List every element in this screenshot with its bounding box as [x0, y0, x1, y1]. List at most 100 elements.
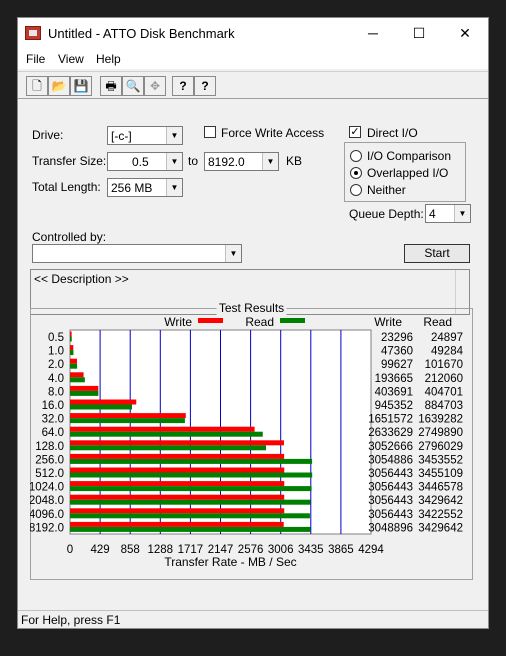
- help-icon[interactable]: ?: [172, 76, 194, 96]
- window-title: Untitled - ATTO Disk Benchmark: [48, 26, 235, 41]
- write-bar: [70, 467, 285, 473]
- write-bar: [70, 521, 284, 527]
- column-header-read: Read: [423, 315, 452, 329]
- write-value-label: 3056443: [368, 509, 413, 521]
- drive-label: Drive:: [32, 128, 64, 142]
- x-tick-label: 858: [121, 544, 140, 556]
- total-length-value: 256 MB: [111, 181, 153, 195]
- write-bar: [70, 399, 137, 405]
- app-icon: [25, 26, 41, 40]
- write-value-label: 3056443: [368, 495, 413, 507]
- read-value-label: 3455109: [418, 468, 463, 480]
- queue-depth-label: Queue Depth:: [349, 207, 424, 221]
- write-bar: [70, 372, 84, 378]
- io-comparison-label: I/O Comparison: [367, 149, 452, 163]
- start-button[interactable]: Start: [404, 244, 470, 263]
- y-tick-label: 2048.0: [30, 495, 64, 507]
- read-value-label: 24897: [431, 332, 463, 344]
- read-value-label: 3453552: [418, 454, 463, 466]
- minimize-button[interactable]: ─: [350, 18, 396, 49]
- total-length-select[interactable]: 256 MB ▼: [107, 178, 183, 197]
- force-write-access-checkbox[interactable]: [204, 126, 216, 138]
- read-bar: [70, 472, 313, 478]
- neither-radio[interactable]: [350, 184, 362, 196]
- legend-read-swatch: [280, 318, 305, 323]
- y-tick-label: 1.0: [48, 346, 64, 358]
- write-value-label: 99627: [381, 359, 413, 371]
- overlapped-io-radio[interactable]: [350, 167, 362, 179]
- transfer-size-to-value: 8192.0: [208, 155, 245, 169]
- y-tick-label: 2.0: [48, 359, 64, 371]
- y-tick-label: 1024.0: [30, 482, 64, 494]
- read-bar: [70, 445, 266, 451]
- write-bar: [70, 331, 72, 337]
- x-axis-label: Transfer Rate - MB / Sec: [164, 555, 296, 569]
- write-value-label: 403691: [375, 386, 413, 398]
- read-bar: [70, 350, 74, 356]
- write-value-label: 3054886: [368, 454, 413, 466]
- neither-label: Neither: [367, 183, 406, 197]
- title-bar: Untitled - ATTO Disk Benchmark ─ ☐ ✕: [18, 18, 488, 49]
- menu-bar: File View Help: [18, 49, 488, 69]
- chevron-down-icon: ▼: [166, 153, 182, 170]
- write-bar: [70, 385, 99, 391]
- description-text: << Description >>: [34, 272, 129, 286]
- save-icon[interactable]: 💾: [70, 76, 92, 96]
- read-bar: [70, 418, 185, 424]
- to-label: to: [188, 154, 199, 168]
- read-value-label: 49284: [431, 346, 464, 358]
- print-icon[interactable]: 🖶: [100, 76, 122, 96]
- write-bar: [70, 413, 186, 419]
- read-value-label: 3429642: [418, 495, 463, 507]
- read-bar: [70, 336, 72, 342]
- write-value-label: 945352: [375, 400, 413, 412]
- read-bar: [70, 404, 133, 410]
- transfer-size-from-value: 0.5: [132, 155, 149, 169]
- read-value-label: 3422552: [418, 509, 463, 521]
- io-comparison-radio[interactable]: [350, 150, 362, 162]
- write-value-label: 3052666: [368, 441, 413, 453]
- direct-io-checkbox[interactable]: ✓: [349, 126, 361, 138]
- new-icon[interactable]: 🗋: [26, 76, 48, 96]
- total-length-label: Total Length:: [32, 180, 101, 194]
- write-value-label: 3056443: [368, 468, 413, 480]
- read-bar: [70, 486, 312, 492]
- write-bar: [70, 453, 285, 459]
- chevron-down-icon: ▼: [166, 127, 182, 144]
- transfer-size-to-select[interactable]: 8192.0 ▼: [204, 152, 279, 171]
- write-bar: [70, 481, 285, 487]
- menu-help[interactable]: Help: [96, 52, 121, 66]
- write-bar: [70, 358, 77, 364]
- context-help-icon[interactable]: ?: [194, 76, 216, 96]
- y-tick-label: 512.0: [35, 468, 64, 480]
- read-value-label: 3446578: [418, 482, 463, 494]
- queue-depth-select[interactable]: 4 ▼: [425, 204, 471, 223]
- drive-value: [-c-]: [111, 129, 132, 143]
- chart-title: Test Results: [219, 302, 284, 315]
- write-bar: [70, 426, 255, 432]
- legend-read-label: Read: [245, 315, 274, 329]
- open-icon[interactable]: 📂: [48, 76, 70, 96]
- y-tick-label: 64.0: [42, 427, 64, 439]
- menu-file[interactable]: File: [26, 52, 45, 66]
- print-preview-icon[interactable]: 🔍: [122, 76, 144, 96]
- maximize-button[interactable]: ☐: [396, 18, 442, 49]
- read-value-label: 884703: [425, 400, 463, 412]
- write-bar: [70, 440, 284, 446]
- read-bar: [70, 458, 313, 464]
- read-bar: [70, 363, 78, 369]
- transfer-size-from-select[interactable]: 0.5 ▼: [107, 152, 183, 171]
- controlled-by-select[interactable]: ▼: [32, 244, 242, 263]
- legend-write-swatch: [198, 318, 223, 323]
- close-button[interactable]: ✕: [442, 18, 488, 49]
- read-bar: [70, 431, 263, 437]
- chevron-down-icon: ▼: [454, 205, 470, 222]
- menu-view[interactable]: View: [58, 52, 84, 66]
- status-bar: For Help, press F1: [18, 610, 488, 628]
- write-value-label: 47360: [381, 346, 413, 358]
- drive-select[interactable]: [-c-] ▼: [107, 126, 183, 145]
- read-value-label: 101670: [425, 359, 463, 371]
- overlapped-io-label: Overlapped I/O: [367, 166, 449, 180]
- move-icon[interactable]: ✥: [144, 76, 166, 96]
- chevron-down-icon: ▼: [166, 179, 182, 196]
